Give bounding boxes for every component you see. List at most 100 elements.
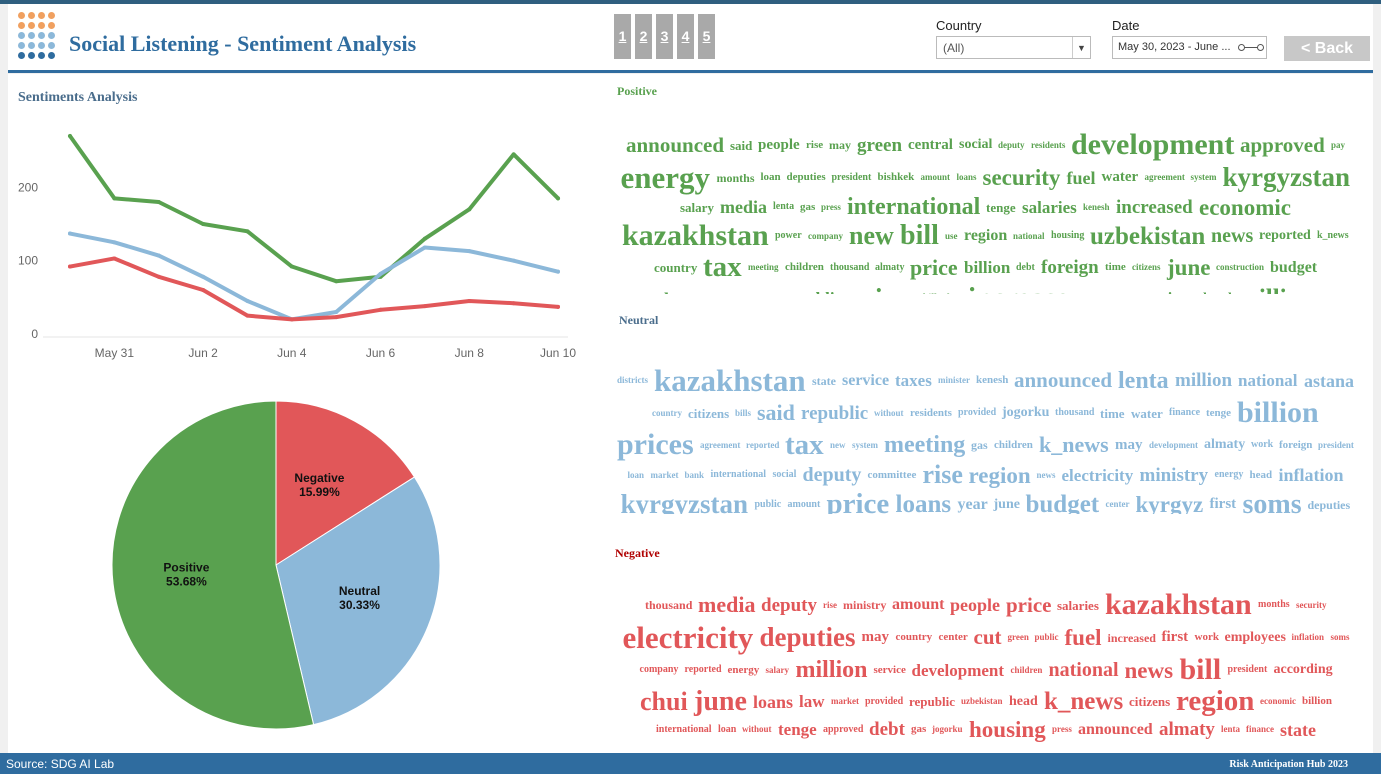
negative-point bbox=[422, 304, 427, 309]
word-cloud-word: lenta bbox=[773, 201, 795, 212]
word-cloud-word: districts bbox=[617, 375, 648, 385]
word-cloud-word: deputy bbox=[802, 464, 862, 486]
word-cloud-word: kazakhstan bbox=[654, 364, 806, 398]
neutral-word-cloud: kazakhstanbillionpricespricetaxsomsbillk… bbox=[613, 364, 1358, 514]
word-cloud-word: budget bbox=[1025, 491, 1100, 514]
word-cloud-word: people bbox=[758, 136, 800, 153]
word-cloud-word: announced bbox=[1014, 368, 1113, 392]
word-cloud-word: foreign bbox=[1041, 257, 1099, 278]
positive-point bbox=[334, 279, 339, 284]
word-cloud-word: june bbox=[1167, 255, 1211, 280]
word-cloud-word: region bbox=[968, 462, 1031, 488]
word-cloud-word: bill bbox=[1179, 653, 1222, 686]
page-button-5[interactable]: 5 bbox=[698, 14, 715, 59]
positive-point bbox=[112, 196, 117, 201]
logo-dot bbox=[48, 42, 55, 49]
word-cloud-word: electricity bbox=[1061, 465, 1134, 485]
word-cloud-word: increased bbox=[1116, 196, 1193, 218]
word-cloud-word: new bbox=[849, 221, 894, 250]
logo-dot bbox=[48, 32, 55, 39]
word-cloud-word: billion bbox=[1237, 396, 1319, 429]
word-cloud-word: republic bbox=[909, 694, 955, 709]
word-cloud-word: head bbox=[1249, 468, 1273, 481]
word-cloud-word: prices bbox=[617, 428, 694, 461]
word-cloud-word: million bbox=[795, 657, 868, 683]
logo-dot bbox=[18, 22, 25, 29]
negative-point bbox=[334, 315, 339, 320]
page-button-4[interactable]: 4 bbox=[677, 14, 694, 59]
footer: Source: SDG AI Lab Risk Anticipation Hub… bbox=[0, 753, 1381, 774]
positive-series-line bbox=[68, 134, 560, 284]
word-cloud-word: region bbox=[1176, 685, 1255, 717]
word-cloud-word: deputy bbox=[998, 139, 1025, 150]
word-cloud-word: social bbox=[959, 137, 993, 152]
date-range-filter[interactable]: May 30, 2023 - June ... bbox=[1112, 36, 1267, 59]
word-cloud-word: citizens bbox=[688, 405, 730, 421]
word-cloud-word: economic bbox=[1199, 194, 1291, 220]
word-cloud-word: time bbox=[1105, 261, 1126, 273]
word-cloud-word: meeting bbox=[884, 432, 966, 458]
date-range-value: May 30, 2023 - June ... bbox=[1118, 41, 1231, 53]
word-cloud-word: may bbox=[1115, 436, 1143, 453]
negative-word-cloud: electricity bill kazakhstan districts region… bbox=[611, 589, 1361, 745]
neutral-point bbox=[467, 249, 472, 254]
word-cloud-word: republic bbox=[801, 402, 869, 424]
negative-point bbox=[112, 256, 117, 261]
word-cloud-word: foreign bbox=[1279, 438, 1313, 451]
word-cloud-word: first bbox=[1209, 496, 1237, 512]
negative-point bbox=[556, 304, 560, 309]
logo-dot bbox=[28, 12, 35, 19]
negative-slice-label: Negative bbox=[294, 471, 344, 485]
y-tick-label: 100 bbox=[18, 254, 38, 268]
word-cloud-word: tenge bbox=[986, 199, 1016, 215]
word-cloud-word: international bbox=[710, 469, 767, 480]
page-button-2[interactable]: 2 bbox=[635, 14, 652, 59]
word-cloud-word: million bbox=[1238, 286, 1313, 294]
word-cloud-word: tax bbox=[785, 428, 824, 461]
chevron-down-icon[interactable]: ▼ bbox=[1072, 37, 1090, 58]
word-cloud-word: public bbox=[1034, 632, 1059, 642]
word-cloud-word: prices bbox=[848, 285, 917, 295]
x-tick-label: Jun 4 bbox=[277, 346, 307, 360]
word-cloud-word: loan bbox=[760, 171, 781, 183]
word-cloud-word: company bbox=[639, 664, 679, 675]
word-cloud-word: green bbox=[1007, 632, 1029, 642]
page-button-3[interactable]: 3 bbox=[656, 14, 673, 59]
country-filter-label: Country bbox=[936, 18, 982, 33]
word-cloud-word: soms bbox=[1242, 488, 1302, 514]
word-cloud-word: national bbox=[1013, 230, 1045, 241]
word-cloud-word: committee bbox=[1126, 290, 1197, 294]
x-tick-label: May 31 bbox=[95, 346, 135, 360]
negative-point bbox=[467, 299, 472, 303]
logo-dot bbox=[18, 52, 25, 59]
negative-point bbox=[511, 301, 516, 306]
word-cloud-word: price bbox=[1006, 592, 1052, 617]
word-cloud-word: region bbox=[964, 227, 1008, 244]
word-cloud-word: rise bbox=[922, 460, 963, 489]
word-cloud-word: june bbox=[694, 685, 747, 717]
country-filter-select[interactable]: (All) ▼ bbox=[936, 36, 1091, 59]
sentiment-pie-chart: Negative15.99% Neutral30.33% Positive53.68… bbox=[111, 400, 441, 730]
word-cloud-word: billion bbox=[1302, 695, 1332, 707]
word-cloud-word: million bbox=[1175, 370, 1233, 391]
word-cloud-word: residents bbox=[1031, 139, 1066, 150]
word-cloud-word: work bbox=[1194, 631, 1219, 643]
word-cloud-word: law bbox=[799, 692, 825, 711]
word-cloud-word: reported bbox=[746, 439, 780, 450]
logo-dot bbox=[28, 42, 35, 49]
logo-dot bbox=[38, 22, 45, 29]
date-filter-label: Date bbox=[1112, 18, 1140, 33]
page-button-1[interactable]: 1 bbox=[614, 14, 631, 59]
back-button[interactable]: < Back bbox=[1284, 36, 1370, 61]
negative-point bbox=[156, 274, 161, 279]
word-cloud-word: announced bbox=[626, 132, 725, 157]
country-filter-value: (All) bbox=[943, 41, 965, 55]
word-cloud-word: loans bbox=[753, 691, 794, 712]
word-cloud-word: amount bbox=[787, 498, 821, 510]
word-cloud-word: almaty bbox=[875, 261, 905, 273]
range-slider-icon[interactable] bbox=[1238, 44, 1264, 51]
word-cloud-word: service bbox=[873, 663, 906, 676]
word-cloud-word: use bbox=[945, 230, 958, 241]
word-cloud-word: press bbox=[821, 201, 841, 212]
negative-point bbox=[201, 288, 206, 292]
